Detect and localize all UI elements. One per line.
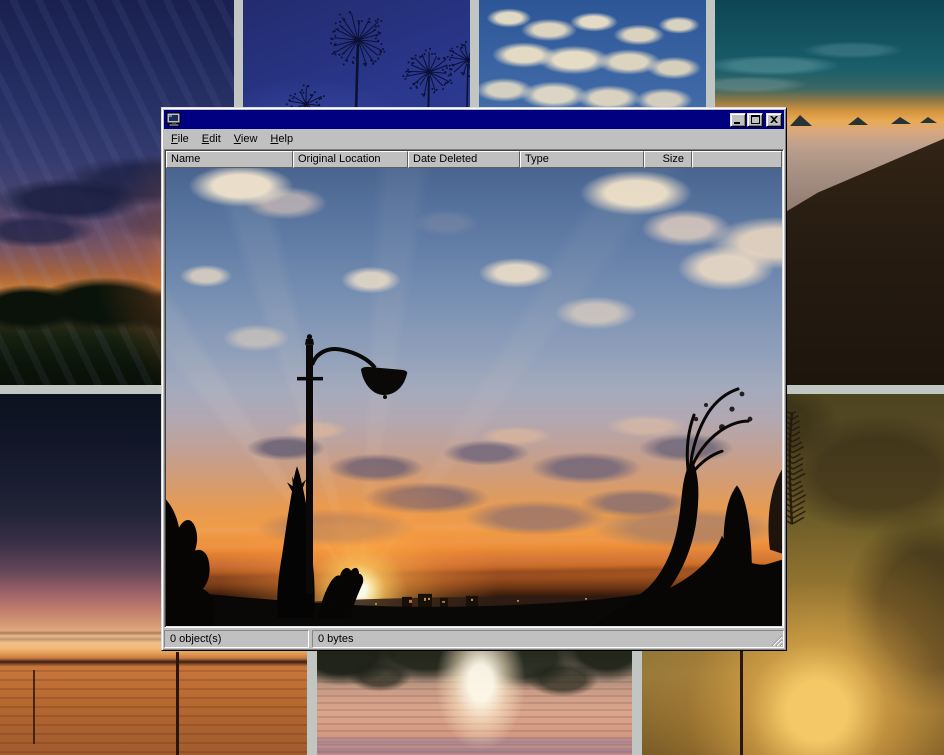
column-header-label: Size — [663, 153, 684, 165]
column-header-label: Date Deleted — [413, 153, 477, 165]
shore-pole — [176, 652, 179, 755]
status-objects-pane: 0 object(s) — [164, 630, 309, 648]
photo-silhouettes — [166, 168, 782, 626]
close-icon — [770, 116, 778, 123]
desktop-screen: FileEditViewHelp Name Original Location Da… — [0, 0, 944, 755]
street-lamp-silhouette — [297, 334, 407, 594]
status-bytes-pane: 0 bytes — [312, 630, 784, 648]
column-header-filler[interactable] — [692, 151, 782, 168]
computer-icon[interactable] — [166, 112, 182, 128]
water-streaks — [0, 661, 307, 755]
menu-item-file[interactable]: File — [165, 130, 196, 148]
column-header-label: Type — [525, 153, 549, 165]
menu-item-help[interactable]: Help — [264, 130, 300, 148]
minimize-button[interactable] — [730, 113, 746, 127]
minimize-icon — [734, 121, 742, 124]
recycle-bin-window: FileEditViewHelp Name Original Location Da… — [161, 107, 787, 651]
close-button[interactable] — [766, 113, 782, 127]
column-header-size[interactable]: Size — [644, 151, 692, 168]
column-header-date-deleted[interactable]: Date Deleted — [408, 151, 520, 168]
list-view-frame: Name Original Location Date Deleted Type Siz… — [164, 149, 784, 628]
menu-item-view[interactable]: View — [228, 130, 265, 148]
column-header-name[interactable]: Name — [166, 151, 293, 168]
menu-bar: FileEditViewHelp — [164, 129, 784, 149]
status-bar: 0 object(s) 0 bytes — [164, 630, 784, 648]
recycle-bin-list-area[interactable] — [166, 168, 782, 626]
column-header-original-location[interactable]: Original Location — [293, 151, 408, 168]
title-bar[interactable] — [164, 110, 784, 129]
column-header-type[interactable]: Type — [520, 151, 644, 168]
column-header-row: Name Original Location Date Deleted Type Siz… — [166, 151, 782, 168]
column-header-label: Name — [171, 153, 200, 165]
status-objects-text: 0 object(s) — [170, 633, 221, 645]
distant-pole — [740, 650, 743, 755]
column-header-label: Original Location — [298, 153, 381, 165]
menu-item-edit[interactable]: Edit — [196, 130, 228, 148]
resize-grip-icon[interactable] — [770, 634, 783, 647]
maximize-icon — [751, 115, 760, 124]
shore-stick — [33, 670, 35, 744]
maximize-button[interactable] — [747, 113, 763, 127]
status-bytes-text: 0 bytes — [318, 633, 353, 645]
wispy-tree-silhouette — [687, 389, 748, 473]
